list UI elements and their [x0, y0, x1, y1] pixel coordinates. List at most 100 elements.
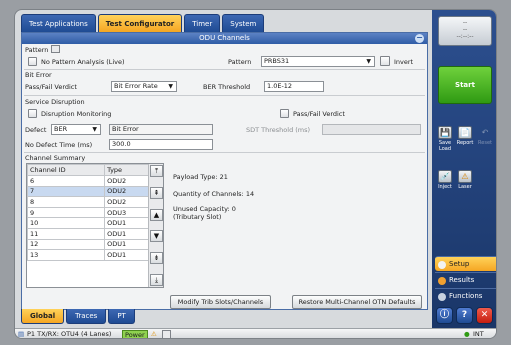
- defect-select[interactable]: BER ▼: [51, 124, 101, 135]
- disruption-monitoring-checkbox[interactable]: [28, 109, 37, 118]
- pattern-info-icon[interactable]: [51, 45, 60, 53]
- channel-table: Channel ID Type 6 ODU2 7 ODU2 8 ODU2 9 ODU3 …: [26, 164, 149, 261]
- unused-capacity-unit: (Tributary Slot): [173, 213, 222, 221]
- save-load-button[interactable]: 💾 Save Load: [436, 126, 454, 152]
- scroll-page-down-icon[interactable]: ⇟: [150, 252, 163, 265]
- tab-test-configurator[interactable]: Test Configurator: [97, 14, 183, 32]
- defect-text-field: Bit Error: [109, 124, 213, 135]
- laser-button[interactable]: ⚠ Laser: [456, 170, 474, 190]
- table-row[interactable]: 7 ODU2: [26, 185, 149, 198]
- scroll-page-up-icon[interactable]: ⇞: [150, 186, 163, 199]
- panel-title: ODU Channels: [199, 34, 250, 42]
- status-bar: ▤ P1 TX/RX: OTU4 (4 Lanes) Power ⚠ ● INT: [15, 328, 496, 338]
- channel-summary-section-label: Channel Summary: [25, 154, 86, 162]
- tab-test-applications[interactable]: Test Applications: [21, 14, 96, 32]
- power-badge: Power: [122, 330, 148, 338]
- sdt-threshold-label: SDT Threshold (ms): [246, 126, 311, 134]
- laser-warning-icon: ⚠: [458, 170, 472, 183]
- disruption-monitoring-label: Disruption Monitoring: [41, 110, 112, 118]
- unused-capacity-label: Unused Capacity: 0: [173, 205, 236, 213]
- pattern-label: Pattern: [228, 58, 252, 66]
- ber-threshold-label: BER Threshold: [203, 83, 251, 91]
- bottom-tab-bar: Global Traces PT: [21, 309, 135, 325]
- results-icon: [438, 277, 446, 285]
- tab-global[interactable]: Global: [21, 309, 65, 324]
- start-button[interactable]: Start: [438, 66, 492, 104]
- chevron-down-icon: ▼: [168, 83, 173, 90]
- table-scrollbar[interactable]: ⤒ ⇞ ▲ ▼ ⇟ ⤓: [148, 164, 163, 287]
- no-pattern-analysis-label: No Pattern Analysis (Live): [41, 58, 125, 66]
- quantity-channels-value: 14: [245, 190, 255, 198]
- quantity-channels-label: Quantity of Channels: 14: [173, 190, 255, 198]
- payload-type-label: Payload Type: 21: [173, 173, 228, 181]
- no-defect-time-input[interactable]: 300.0: [109, 139, 213, 150]
- table-row[interactable]: 13 ODU1: [26, 249, 149, 261]
- reset-button[interactable]: ↶ Reset: [476, 126, 494, 146]
- app-window: Test Applications Test Configurator Time…: [14, 9, 497, 339]
- reset-icon: ↶: [481, 128, 489, 137]
- int-label: INT: [473, 330, 484, 338]
- payload-type-value: 21: [219, 173, 228, 181]
- help-button[interactable]: ?: [456, 307, 473, 324]
- sd-verdict-label: Pass/Fail Verdict: [293, 110, 345, 118]
- table-row[interactable]: 6 ODU2: [26, 175, 149, 187]
- invert-label: Invert: [394, 58, 414, 66]
- chevron-down-icon: ▼: [92, 126, 97, 133]
- bit-error-verdict-select[interactable]: Bit Error Rate ▼: [111, 81, 177, 92]
- table-row[interactable]: 8 ODU2: [26, 196, 149, 208]
- tab-traces[interactable]: Traces: [66, 309, 107, 324]
- odu-channels-panel: ODU Channels − Pattern No Pattern Analys…: [21, 32, 428, 310]
- tab-timer[interactable]: Timer: [184, 14, 221, 32]
- save-icon: 💾: [438, 126, 452, 139]
- channel-table-box: Channel ID Type 6 ODU2 7 ODU2 8 ODU2 9 ODU3 …: [26, 163, 164, 288]
- column-header-channel-id[interactable]: Channel ID: [26, 164, 106, 176]
- display-line-1: --: [462, 19, 468, 26]
- invert-checkbox[interactable]: [380, 56, 390, 66]
- menu-results[interactable]: Results: [435, 272, 496, 287]
- port-icon: ▤: [18, 330, 25, 338]
- table-row[interactable]: 12 ODU1: [26, 238, 149, 251]
- side-panel: -- -- --:--:-- Start 💾 Save Load 📄 Repor…: [432, 10, 496, 328]
- menu-setup[interactable]: Setup: [435, 256, 496, 271]
- collapse-icon[interactable]: −: [415, 34, 424, 43]
- warning-icon: ⚠: [151, 330, 157, 338]
- info-button[interactable]: ⓘ: [436, 307, 453, 324]
- pattern-section-label: Pattern: [25, 46, 49, 54]
- port-status: P1 TX/RX: OTU4 (4 Lanes): [27, 330, 112, 338]
- scroll-bottom-icon[interactable]: ⤓: [150, 273, 163, 286]
- inject-button[interactable]: 💉 Inject: [436, 170, 454, 190]
- chevron-down-icon: ▼: [366, 58, 371, 65]
- status-tool-icon[interactable]: [162, 330, 171, 338]
- divider: [24, 69, 425, 70]
- column-header-type[interactable]: Type: [104, 164, 149, 176]
- bit-error-verdict-label: Pass/Fail Verdict: [25, 83, 77, 91]
- bit-error-section-label: Bit Error: [25, 71, 52, 79]
- setup-icon: [438, 261, 446, 269]
- ber-threshold-input[interactable]: 1.0E-12: [264, 81, 324, 92]
- test-status-display: -- -- --:--:--: [438, 16, 492, 46]
- no-pattern-analysis-checkbox[interactable]: [28, 57, 37, 66]
- inject-icon: 💉: [438, 170, 452, 183]
- pattern-select[interactable]: PRBS31 ▼: [261, 56, 375, 67]
- report-button[interactable]: 📄 Report: [456, 126, 474, 146]
- table-row[interactable]: 9 ODU3: [26, 206, 149, 219]
- no-defect-time-label: No Defect Time (ms): [25, 141, 93, 149]
- defect-label: Defect: [25, 126, 47, 134]
- unused-capacity-value: 0: [231, 205, 236, 213]
- close-button[interactable]: ✕: [476, 307, 493, 324]
- restore-defaults-button[interactable]: Restore Multi-Channel OTN Defaults: [292, 295, 422, 309]
- table-row[interactable]: 10 ODU1: [26, 217, 149, 229]
- sdt-threshold-input[interactable]: [322, 124, 421, 135]
- tab-system[interactable]: System: [222, 14, 265, 32]
- table-row[interactable]: 11 ODU1: [26, 227, 149, 240]
- divider: [24, 152, 425, 153]
- scroll-top-icon[interactable]: ⤒: [150, 165, 163, 177]
- scroll-down-icon[interactable]: ▼: [150, 230, 163, 243]
- modify-trib-slots-button[interactable]: Modify Trib Slots/Channels: [170, 295, 271, 309]
- sd-verdict-checkbox[interactable]: [280, 109, 289, 118]
- scroll-up-icon[interactable]: ▲: [150, 208, 163, 221]
- display-line-2: --: [462, 26, 468, 33]
- int-clock-icon: ●: [464, 330, 470, 338]
- menu-functions[interactable]: Functions: [435, 288, 496, 303]
- tab-pt[interactable]: PT: [108, 309, 135, 324]
